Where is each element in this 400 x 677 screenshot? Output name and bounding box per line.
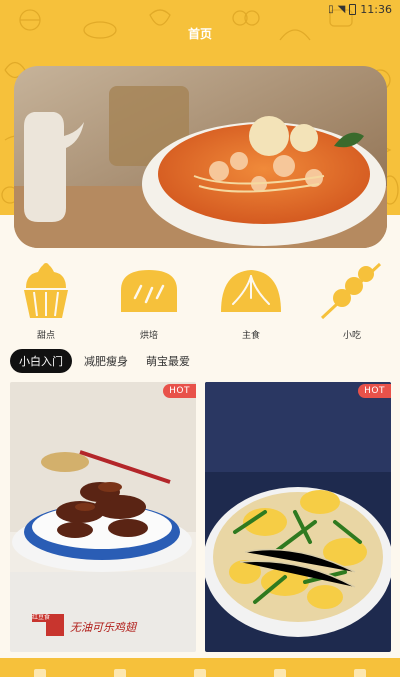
status-bar: ▯ ◥ 11:36 — [0, 0, 400, 18]
bottom-navigation — [0, 658, 400, 677]
category-staple[interactable]: 主食 — [219, 262, 283, 341]
bun-icon — [221, 270, 281, 312]
bread-icon — [121, 270, 177, 312]
tab-kids-favorite[interactable]: 萌宝最爱 — [140, 349, 196, 373]
card-caption: 无油可乐鸡翅 — [70, 621, 136, 634]
nav-book-icon[interactable] — [194, 669, 206, 677]
category-label-baking: 烘培 — [139, 331, 158, 341]
skewer-icon — [320, 262, 382, 320]
tab-bar: 小白入门 减肥瘦身 萌宝最爱 — [10, 349, 196, 373]
recipe-card[interactable]: HOT 红豆食 无油可乐鸡翅 — [10, 382, 196, 652]
category-dessert[interactable]: 甜点 — [14, 262, 78, 341]
nav-list-icon[interactable] — [274, 669, 286, 677]
category-baking[interactable]: 烘培 — [117, 262, 181, 341]
category-row: 甜点 烘培 主食 小吃 — [0, 262, 400, 342]
vibrate-icon: ▯ — [328, 3, 334, 15]
banner-image[interactable] — [14, 66, 387, 248]
wifi-icon: ◥ — [337, 3, 346, 15]
battery-icon — [349, 3, 357, 15]
category-label-snack: 小吃 — [342, 331, 361, 341]
category-label-staple: 主食 — [241, 331, 260, 341]
tab-weight-loss[interactable]: 减肥瘦身 — [78, 349, 134, 373]
card-stamp: 红豆食 — [32, 614, 56, 622]
recipe-image — [10, 382, 196, 652]
recipe-card[interactable]: HOT — [205, 382, 391, 652]
cupcake-icon — [24, 263, 68, 318]
status-time: 11:36 — [360, 2, 392, 16]
hot-badge: HOT — [358, 384, 391, 398]
nav-home-icon[interactable] — [34, 669, 46, 677]
nav-profile-icon[interactable] — [354, 669, 366, 677]
nav-category-icon[interactable] — [114, 669, 126, 677]
recipe-image — [205, 382, 391, 652]
hot-badge: HOT — [163, 384, 196, 398]
tab-beginner[interactable]: 小白入门 — [10, 349, 72, 373]
category-label-dessert: 甜点 — [36, 331, 55, 341]
page-title: 首页 — [187, 27, 212, 41]
category-snack[interactable]: 小吃 — [320, 262, 384, 341]
